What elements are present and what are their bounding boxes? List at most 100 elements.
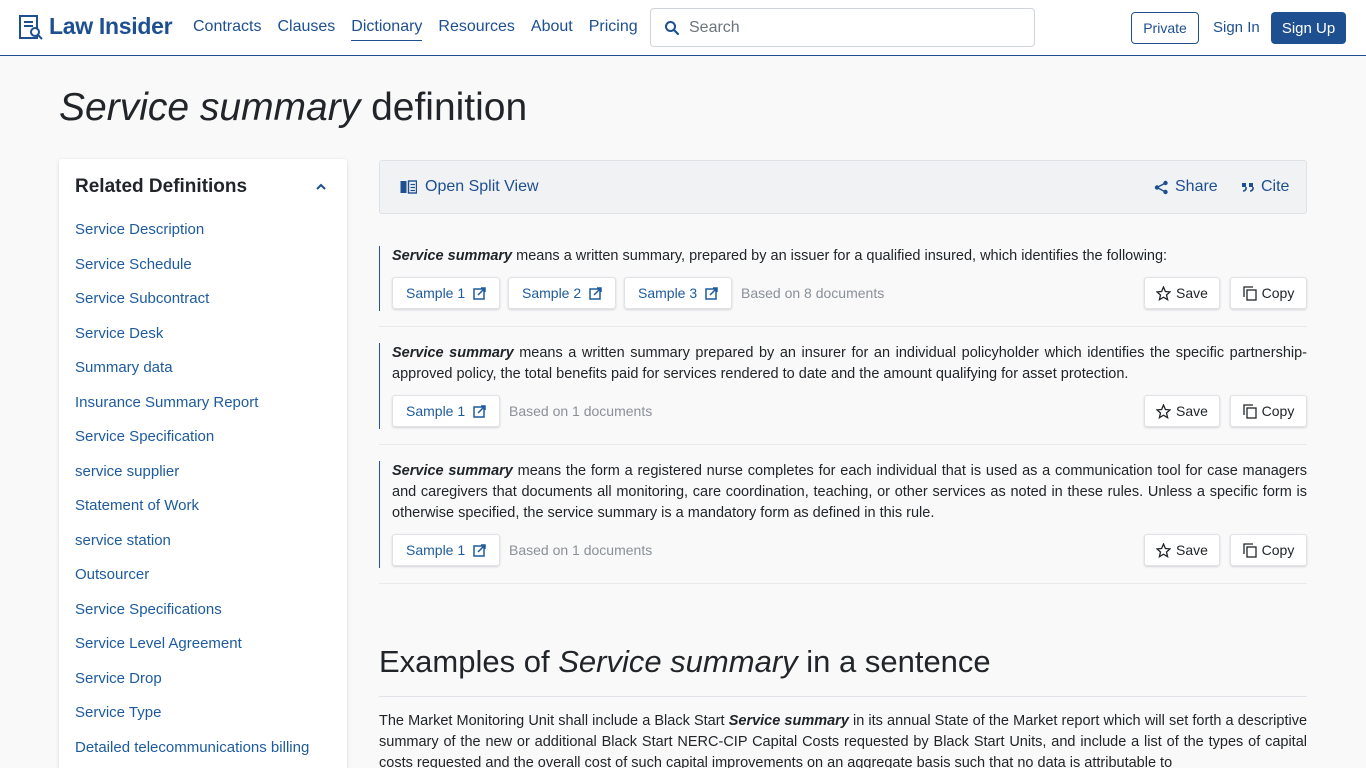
copy-label: Copy	[1261, 542, 1295, 558]
search-icon	[665, 21, 680, 36]
search-input[interactable]	[689, 15, 1019, 41]
law-insider-logo[interactable]: Law Insider	[19, 13, 173, 40]
copy-label: Copy	[1261, 403, 1295, 419]
definition-term: Service summary	[392, 345, 514, 361]
sample-1-button[interactable]: Sample 1	[392, 277, 501, 309]
definition-toolbar: Open Split View Share Cite	[379, 160, 1307, 214]
related-definition-link[interactable]: Service Drop	[75, 669, 309, 704]
split-view-icon	[400, 180, 417, 194]
save-button[interactable]: Save	[1144, 277, 1220, 309]
sample-1-button[interactable]: Sample 1	[392, 534, 501, 566]
related-definition-link[interactable]: service station	[75, 531, 309, 566]
open-split-view-label: Open Split View	[425, 178, 539, 195]
definition-term: Service summary	[392, 463, 513, 479]
examples-heading-prefix: Examples of	[379, 644, 559, 679]
external-link-icon	[705, 286, 718, 300]
definition-body: means a written summary prepared by an i…	[392, 345, 1308, 382]
page-title-suffix: definition	[360, 86, 528, 129]
save-button[interactable]: Save	[1144, 395, 1220, 427]
copy-button[interactable]: Copy	[1230, 395, 1307, 427]
logo-book-icon	[19, 14, 43, 40]
private-button[interactable]: Private	[1131, 12, 1199, 44]
star-icon	[1156, 403, 1172, 419]
based-on-count: Based on 8 documents	[741, 285, 885, 301]
examples-heading-term: Service summary	[558, 644, 798, 679]
cite-label: Cite	[1261, 178, 1290, 195]
related-definitions-list: Service Description Service Schedule Ser…	[75, 220, 309, 768]
chevron-up-icon[interactable]	[314, 180, 328, 194]
copy-button[interactable]: Copy	[1230, 277, 1307, 309]
related-definition-link[interactable]: Outsourcer	[75, 565, 309, 600]
based-on-count: Based on 1 documents	[509, 403, 653, 419]
sample-label: Sample 1	[406, 403, 466, 419]
quote-icon	[1242, 183, 1254, 192]
top-navigation-bar: Law Insider Contracts Clauses Dictionary…	[0, 0, 1366, 56]
share-button[interactable]: Share	[1154, 178, 1218, 196]
related-definition-link[interactable]: Detailed telecommunications billing	[75, 738, 309, 768]
sample-3-button[interactable]: Sample 3	[624, 277, 733, 309]
related-definitions-title: Related Definitions	[75, 176, 248, 197]
nav-clauses[interactable]: Clauses	[277, 18, 335, 41]
search-box	[650, 8, 1035, 47]
save-label: Save	[1176, 403, 1208, 419]
related-definition-link[interactable]: Service Type	[75, 703, 309, 738]
example-sentence: The Market Monitoring Unit shall include…	[379, 711, 1307, 768]
definition-entry: Service summary means a written summary,…	[379, 246, 1307, 327]
save-label: Save	[1176, 285, 1208, 301]
definition-entry: Service summary means the form a registe…	[379, 461, 1307, 584]
external-link-icon	[589, 286, 602, 300]
sign-in-link[interactable]: Sign In	[1213, 19, 1260, 36]
related-definition-link[interactable]: Service Specifications	[75, 600, 309, 635]
definition-actions: Sample 1 Sample 2 Sample 3 Based on 8 do…	[392, 277, 1307, 311]
sample-2-button[interactable]: Sample 2	[508, 277, 617, 309]
related-definition-link[interactable]: Service Specification	[75, 427, 309, 462]
external-link-icon	[473, 286, 486, 300]
related-definition-link[interactable]: Service Description	[75, 220, 309, 255]
related-definition-link[interactable]: Service Desk	[75, 324, 309, 359]
definition-entry: Service summary means a written summary …	[379, 343, 1307, 445]
sample-label: Sample 3	[638, 285, 698, 301]
sign-up-button[interactable]: Sign Up	[1271, 12, 1346, 44]
definition-text: Service summary means a written summary,…	[392, 246, 1307, 267]
open-split-view-button[interactable]: Open Split View	[400, 178, 539, 196]
examples-heading-suffix: in a sentence	[797, 644, 991, 679]
related-definition-link[interactable]: Statement of Work	[75, 496, 309, 531]
copy-icon	[1243, 285, 1257, 301]
related-definition-link[interactable]: Service Level Agreement	[75, 634, 309, 669]
star-icon	[1156, 285, 1172, 301]
related-definition-link[interactable]: Service Subcontract	[75, 289, 309, 324]
share-label: Share	[1175, 178, 1218, 195]
definition-body: means the form a registered nurse comple…	[392, 463, 1308, 521]
related-definition-link[interactable]: service supplier	[75, 462, 309, 497]
nav-pricing[interactable]: Pricing	[589, 18, 638, 41]
example-sentence-term: Service summary	[728, 713, 849, 729]
logo-text: Law Insider	[49, 13, 173, 39]
save-button[interactable]: Save	[1144, 534, 1220, 566]
definition-body: means a written summary, prepared by an …	[512, 248, 1168, 264]
copy-button[interactable]: Copy	[1230, 534, 1307, 566]
example-sentence-before: The Market Monitoring Unit shall include…	[379, 713, 729, 729]
page-title-term: Service summary	[59, 86, 361, 129]
copy-icon	[1243, 403, 1257, 419]
related-definition-link[interactable]: Summary data	[75, 358, 309, 393]
related-definition-link[interactable]: Service Schedule	[75, 255, 309, 290]
cite-button[interactable]: Cite	[1241, 178, 1289, 196]
sample-label: Sample 1	[406, 542, 466, 558]
star-icon	[1156, 542, 1172, 558]
page-title: Service summary definition	[59, 86, 527, 130]
external-link-icon	[473, 543, 486, 557]
copy-label: Copy	[1261, 285, 1295, 301]
related-definition-link[interactable]: Insurance Summary Report	[75, 393, 309, 428]
copy-icon	[1243, 542, 1257, 558]
nav-contracts[interactable]: Contracts	[193, 18, 261, 41]
nav-resources[interactable]: Resources	[438, 18, 514, 41]
related-definitions-panel: Related Definitions Service Description …	[59, 159, 347, 768]
sample-1-button[interactable]: Sample 1	[392, 395, 501, 427]
sample-label: Sample 1	[406, 285, 466, 301]
definition-actions: Sample 1 Based on 1 documents Save Copy	[392, 534, 1307, 568]
nav-about[interactable]: About	[531, 18, 573, 41]
main-nav: Contracts Clauses Dictionary Resources A…	[193, 18, 654, 41]
definition-actions: Sample 1 Based on 1 documents Save Copy	[392, 395, 1307, 429]
save-label: Save	[1176, 542, 1208, 558]
nav-dictionary[interactable]: Dictionary	[351, 18, 423, 41]
